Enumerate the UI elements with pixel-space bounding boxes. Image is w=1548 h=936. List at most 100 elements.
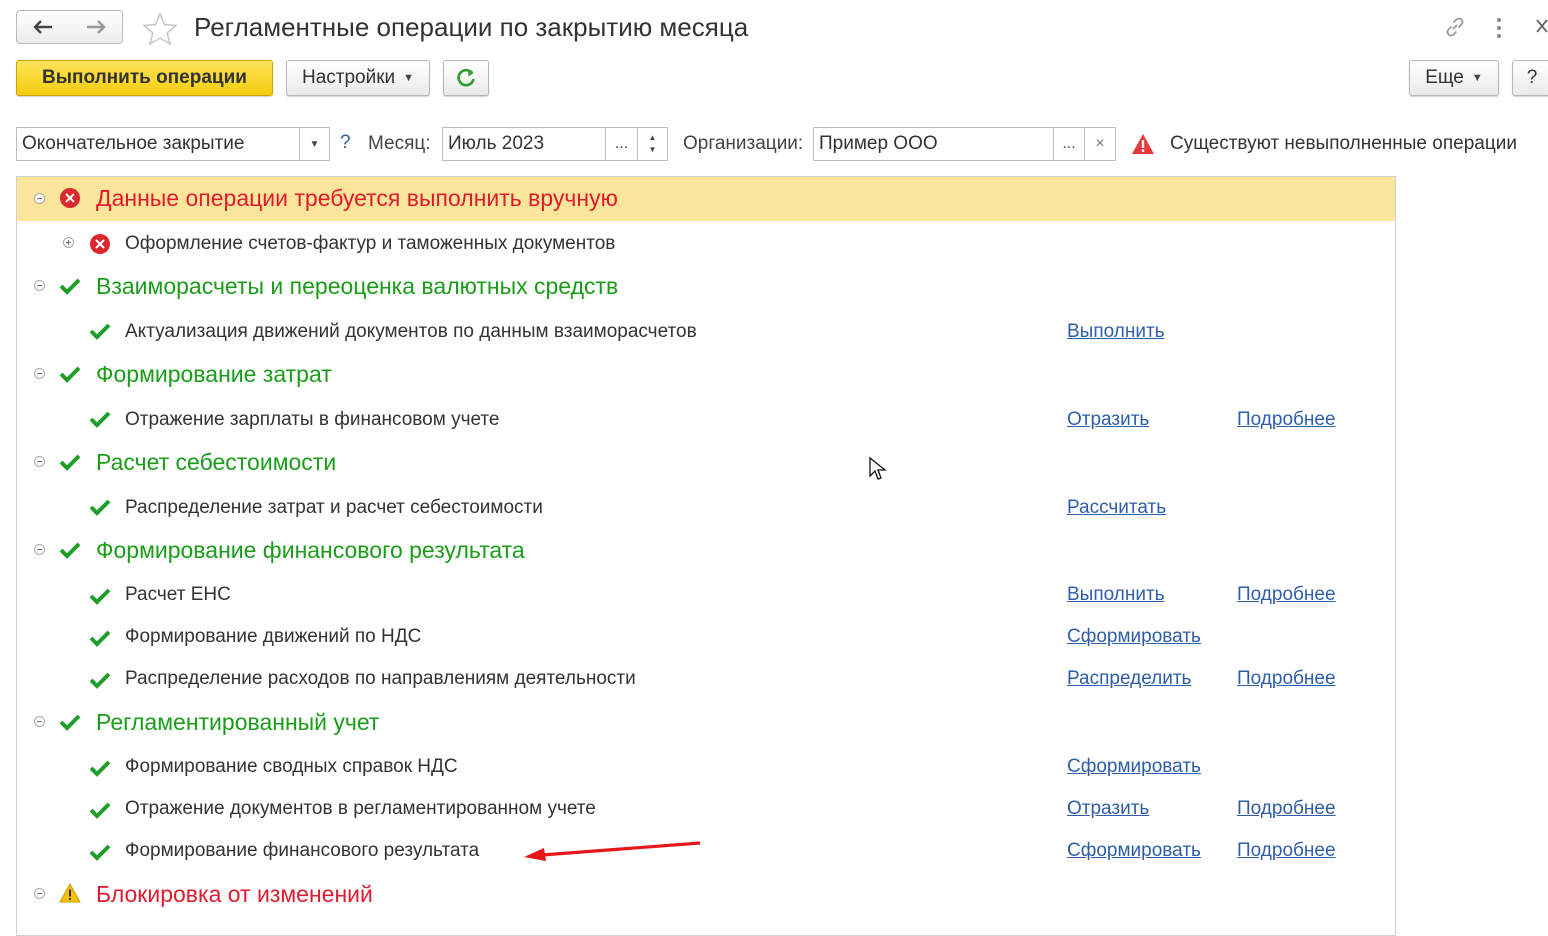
check-icon — [89, 672, 111, 689]
item-label: Формирование сводных справок НДС — [125, 756, 458, 777]
item-label: Формирование движений по НДС — [125, 626, 422, 647]
mode-help-link[interactable]: ? — [340, 132, 351, 154]
item-row[interactable]: Распределение затрат и расчет себестоимо… — [17, 485, 1395, 529]
expand-icon[interactable] — [63, 237, 74, 248]
action-link[interactable]: Отразить — [1067, 409, 1149, 431]
check-icon — [89, 844, 111, 861]
organization-field-value: Пример ООО — [819, 133, 938, 154]
more-button[interactable]: Еще ▼ — [1409, 60, 1499, 96]
organization-clear-button[interactable]: × — [1084, 127, 1116, 161]
collapse-icon[interactable] — [34, 544, 45, 555]
details-link[interactable]: Подробнее — [1237, 668, 1336, 690]
group-title: Формирование затрат — [96, 361, 332, 387]
action-link[interactable]: Сформировать — [1067, 840, 1201, 862]
group-row-change-lock[interactable]: Блокировка от изменений — [17, 873, 1395, 917]
chevron-down-icon: ▼ — [403, 72, 415, 84]
organization-field[interactable]: Пример ООО — [813, 127, 1054, 161]
details-link[interactable]: Подробнее — [1237, 840, 1336, 862]
more-label: Еще — [1425, 67, 1464, 88]
month-spinner[interactable]: ▲ ▼ — [637, 127, 668, 161]
month-field[interactable]: Июль 2023 — [442, 127, 606, 161]
action-link[interactable]: Выполнить — [1067, 584, 1165, 606]
check-icon — [89, 630, 111, 647]
clear-icon: × — [1095, 135, 1105, 152]
forward-button[interactable] — [69, 10, 123, 44]
spin-up-icon[interactable]: ▲ — [649, 132, 657, 144]
action-link[interactable]: Выполнить — [1067, 321, 1165, 343]
action-link[interactable]: Отразить — [1067, 798, 1149, 820]
settings-button[interactable]: Настройки ▼ — [286, 60, 430, 96]
item-row[interactable]: Распределение расходов по направлениям д… — [17, 658, 1395, 702]
chevron-down-icon: ▼ — [309, 138, 320, 150]
organization-choose-button[interactable]: ... — [1053, 127, 1085, 161]
group-title: Расчет себестоимости — [96, 449, 337, 475]
item-row[interactable]: Оформление счетов-фактур и таможенных до… — [17, 221, 1395, 265]
collapse-icon[interactable] — [34, 456, 45, 467]
chevron-down-icon: ▼ — [1471, 72, 1483, 84]
details-link[interactable]: Подробнее — [1237, 409, 1336, 431]
organization-label: Организации: — [683, 133, 804, 154]
item-label: Оформление счетов-фактур и таможенных до… — [125, 233, 616, 254]
item-label: Отражение документов в регламентированно… — [125, 798, 596, 819]
month-choose-button[interactable]: ... — [605, 127, 638, 161]
action-link[interactable]: Сформировать — [1067, 756, 1201, 778]
details-link[interactable]: Подробнее — [1237, 798, 1336, 820]
month-label: Месяц: — [368, 133, 431, 154]
run-operations-label: Выполнить операции — [42, 67, 247, 88]
warning-triangle-icon — [59, 883, 81, 903]
arrow-left-icon — [33, 20, 52, 34]
item-label: Актуализация движений документов по данн… — [125, 321, 697, 342]
link-icon[interactable] — [1443, 15, 1467, 44]
check-icon — [59, 454, 81, 471]
check-icon — [89, 499, 111, 516]
back-button[interactable] — [16, 10, 70, 44]
mouse-cursor-icon — [868, 456, 888, 487]
group-row-costs[interactable]: Формирование затрат — [17, 353, 1395, 397]
item-row[interactable]: Актуализация движений документов по данн… — [17, 309, 1395, 353]
item-row[interactable]: Расчет ЕНС Выполнить Подробнее — [17, 574, 1395, 618]
check-icon — [89, 411, 111, 428]
annotation-arrow-icon — [520, 836, 705, 871]
item-row[interactable]: Формирование финансового результата Сфор… — [17, 830, 1395, 874]
mode-dropdown-button[interactable]: ▼ — [299, 127, 330, 161]
settings-label: Настройки — [301, 67, 396, 88]
operations-tree: Данные операции требуется выполнить вруч… — [16, 176, 1396, 936]
action-link[interactable]: Распределить — [1067, 668, 1191, 690]
ellipsis-label: ... — [1062, 135, 1076, 152]
help-button[interactable]: ? — [1512, 60, 1548, 96]
close-icon[interactable] — [1535, 18, 1548, 39]
warning-icon — [1131, 133, 1155, 160]
group-title: Регламентированный учет — [96, 709, 380, 735]
check-icon — [59, 278, 81, 295]
action-link[interactable]: Рассчитать — [1067, 497, 1166, 519]
collapse-icon[interactable] — [34, 280, 45, 291]
details-link[interactable]: Подробнее — [1237, 584, 1336, 606]
mode-select[interactable]: Окончательное закрытие — [16, 127, 300, 161]
more-vert-icon[interactable] — [1494, 17, 1504, 44]
group-row-manual[interactable]: Данные операции требуется выполнить вруч… — [17, 177, 1395, 221]
item-row[interactable]: Формирование сводных справок НДС Сформир… — [17, 746, 1395, 790]
item-row[interactable]: Отражение документов в регламентированно… — [17, 788, 1395, 832]
collapse-icon[interactable] — [34, 368, 45, 379]
collapse-icon[interactable] — [34, 716, 45, 727]
collapse-icon[interactable] — [34, 193, 45, 204]
item-row[interactable]: Отражение зарплаты в финансовом учете От… — [17, 397, 1395, 441]
run-operations-button[interactable]: Выполнить операции — [16, 60, 273, 96]
help-label: ? — [1526, 67, 1538, 88]
item-label: Распределение расходов по направлениям д… — [125, 668, 636, 689]
check-icon — [89, 802, 111, 819]
group-row-cost-price[interactable]: Расчет себестоимости — [17, 441, 1395, 485]
spin-down-icon[interactable]: ▼ — [649, 144, 657, 156]
group-row-financial-result[interactable]: Формирование финансового результата — [17, 529, 1395, 573]
group-title: Блокировка от изменений — [96, 881, 373, 907]
group-row-regulated-accounting[interactable]: Регламентированный учет — [17, 701, 1395, 745]
refresh-icon — [457, 68, 475, 87]
group-row-settlements[interactable]: Взаиморасчеты и переоценка валютных сред… — [17, 265, 1395, 309]
page-title: Регламентные операции по закрытию месяца — [194, 12, 749, 42]
check-icon — [59, 366, 81, 383]
favorite-star-icon[interactable] — [142, 11, 178, 51]
collapse-icon[interactable] — [34, 888, 45, 899]
action-link[interactable]: Сформировать — [1067, 626, 1201, 648]
item-row[interactable]: Формирование движений по НДС Сформироват… — [17, 616, 1395, 660]
refresh-button[interactable] — [443, 60, 489, 96]
